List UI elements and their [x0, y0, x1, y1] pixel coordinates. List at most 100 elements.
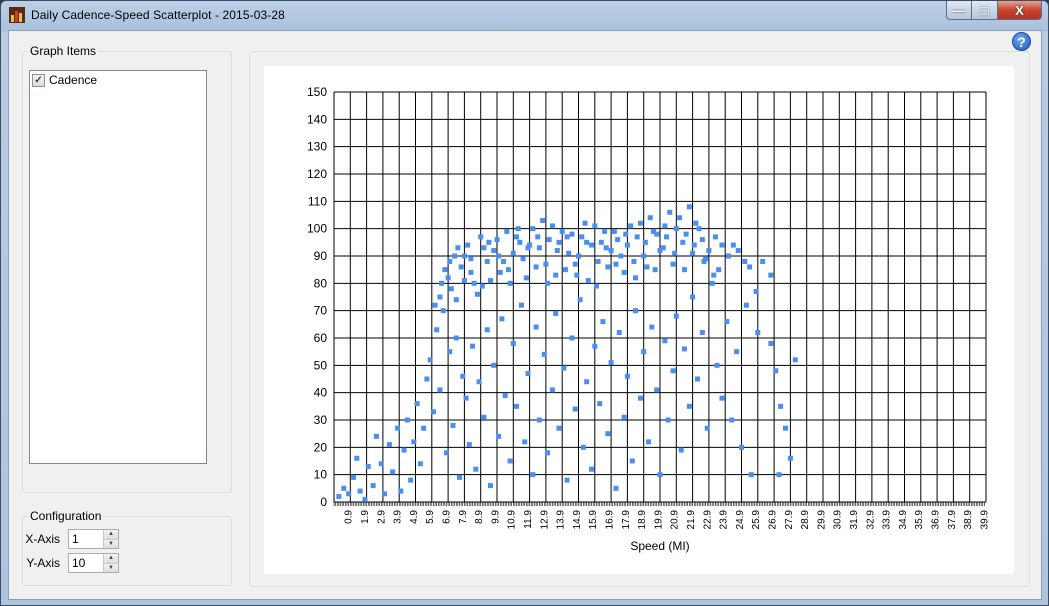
data-point	[442, 267, 448, 273]
data-point	[686, 403, 692, 409]
graph-items-group: Graph Items ✓ Cadence	[22, 44, 232, 493]
data-point	[605, 264, 611, 270]
y-axis-up-icon[interactable]: ▲	[103, 554, 118, 564]
data-point	[616, 330, 622, 336]
maximize-button[interactable]: □	[972, 1, 998, 20]
data-point	[611, 228, 617, 234]
x-axis-up-icon[interactable]: ▲	[103, 530, 118, 540]
data-point	[649, 324, 655, 330]
data-point	[623, 231, 629, 237]
y-tick-label: 120	[307, 167, 327, 181]
data-point	[662, 223, 668, 229]
y-axis-row: Y-Axis 10 ▲ ▼	[20, 553, 119, 573]
data-point	[628, 223, 634, 229]
data-point	[479, 283, 485, 289]
data-point	[470, 343, 476, 349]
y-tick-label: 90	[314, 249, 328, 263]
data-point	[615, 237, 621, 243]
y-tick-label: 100	[307, 222, 327, 236]
data-point	[398, 488, 404, 494]
x-tick-label: 25.9	[751, 510, 762, 530]
data-point	[667, 209, 673, 215]
data-point	[711, 272, 717, 278]
data-point	[491, 248, 497, 254]
data-point	[502, 392, 508, 398]
x-axis-title: Speed (MI)	[630, 539, 689, 553]
data-point	[466, 442, 472, 448]
y-tick-label: 20	[314, 440, 328, 454]
x-tick-label: 23.9	[719, 510, 730, 530]
data-point	[641, 349, 647, 355]
x-axis-stepper[interactable]: 1 ▲ ▼	[68, 529, 119, 549]
data-point	[486, 239, 492, 245]
data-point	[664, 234, 670, 240]
data-point	[787, 455, 793, 461]
data-point	[621, 269, 627, 275]
data-point	[644, 264, 650, 270]
data-point	[556, 239, 562, 245]
data-point	[432, 302, 438, 308]
x-tick-label: 18.9	[637, 510, 648, 530]
data-point	[673, 226, 679, 232]
data-point	[719, 395, 725, 401]
data-point	[608, 360, 614, 366]
data-point	[605, 431, 611, 437]
data-point	[701, 258, 707, 264]
y-axis-label: Y-Axis	[26, 556, 60, 570]
x-axis-value[interactable]: 1	[69, 530, 103, 548]
minimize-button[interactable]: —	[946, 1, 972, 20]
chart-panel: 0 10 20 30 40 50 60 70 80 90 100 110 120 130 140 150 0.…	[264, 66, 1014, 574]
y-tick-label: 0	[320, 495, 327, 509]
graph-items-list[interactable]: ✓ Cadence	[29, 70, 207, 464]
data-point	[546, 237, 552, 243]
data-point	[690, 250, 696, 256]
y-tick-label: 30	[314, 413, 328, 427]
x-axis-down-icon[interactable]: ▼	[103, 539, 118, 548]
data-point	[680, 239, 686, 245]
data-point	[468, 269, 474, 275]
data-point	[515, 226, 521, 232]
data-point	[553, 310, 559, 316]
x-axis-label: X-Axis	[25, 532, 60, 546]
help-icon[interactable]: ?	[1012, 32, 1031, 51]
data-point	[468, 256, 474, 262]
y-axis-value[interactable]: 10	[69, 554, 103, 572]
x-axis-spin-buttons: ▲ ▼	[103, 530, 118, 548]
data-point	[768, 340, 774, 346]
graph-items-legend: Graph Items	[28, 44, 99, 58]
x-tick-label: 36.9	[930, 510, 941, 530]
data-point	[647, 215, 653, 221]
data-point	[465, 242, 471, 248]
chart-grid	[333, 91, 987, 506]
data-point	[613, 261, 619, 267]
data-point	[390, 469, 396, 475]
list-item[interactable]: ✓ Cadence	[32, 73, 97, 87]
data-point	[494, 237, 500, 243]
data-point	[373, 433, 379, 439]
data-point	[455, 245, 461, 251]
data-point	[662, 338, 668, 344]
data-point	[382, 491, 388, 497]
data-point	[753, 289, 759, 295]
maximize-icon: □	[980, 2, 989, 18]
data-point	[633, 308, 639, 314]
data-point	[434, 327, 440, 333]
y-tick-label: 50	[314, 358, 328, 372]
data-point	[357, 488, 363, 494]
data-point	[351, 474, 357, 480]
data-point	[730, 242, 736, 248]
close-button[interactable]: X	[998, 1, 1042, 20]
data-point	[424, 376, 430, 382]
data-point	[354, 455, 360, 461]
title-bar[interactable]: Daily Cadence-Speed Scatterplot - 2015-0…	[1, 1, 1048, 29]
data-point	[478, 234, 484, 240]
data-point	[690, 294, 696, 300]
x-tick-label: 31.9	[849, 510, 860, 530]
chart-group: 0 10 20 30 40 50 60 70 80 90 100 110 120 130 140 150 0.…	[249, 51, 1030, 587]
data-point	[699, 330, 705, 336]
y-axis-stepper[interactable]: 10 ▲ ▼	[68, 553, 119, 573]
y-axis-down-icon[interactable]: ▼	[103, 563, 118, 572]
data-point	[696, 226, 702, 232]
data-point	[665, 417, 671, 423]
checkbox-checked-icon[interactable]: ✓	[32, 73, 45, 87]
